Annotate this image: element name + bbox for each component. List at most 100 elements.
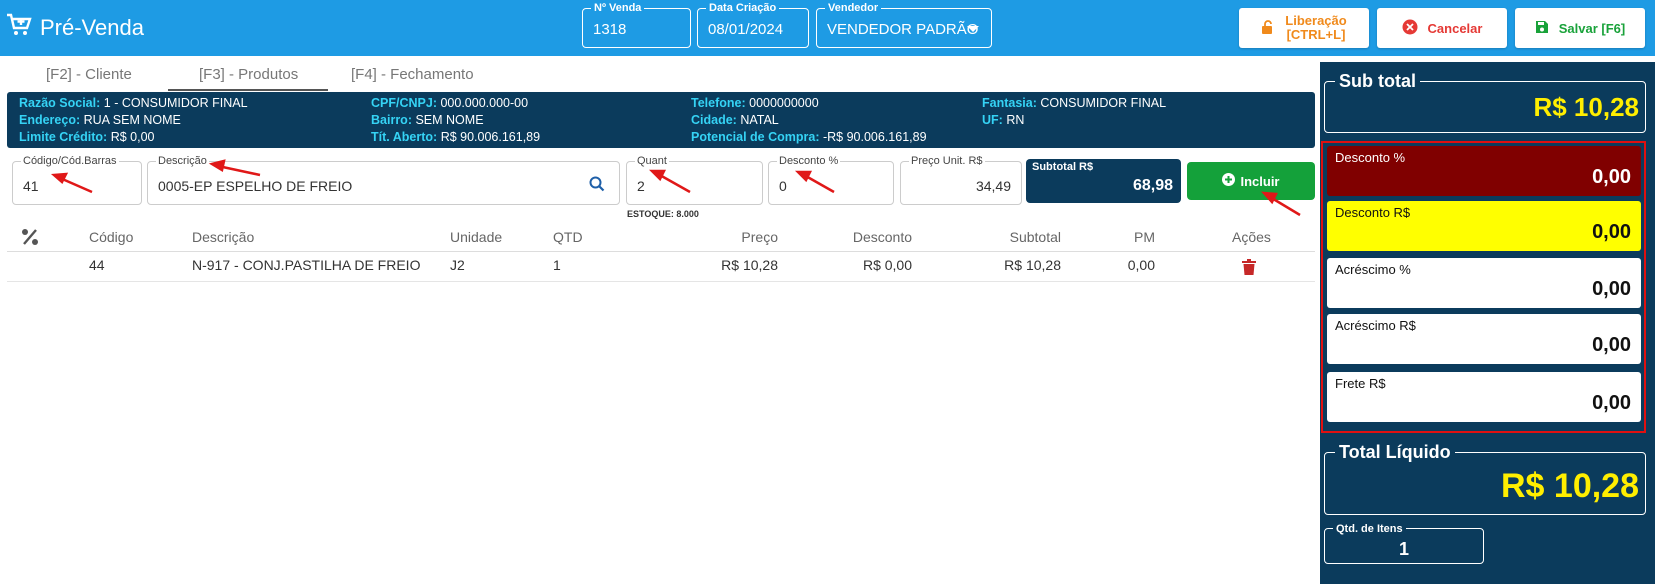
client-razao: Razão Social: 1 - CONSUMIDOR FINAL <box>19 96 248 110</box>
col-header-codigo: Código <box>89 229 134 245</box>
client-tit-aberto: Tít. Aberto: R$ 90.006.161,89 <box>371 130 541 144</box>
acrescimo-pct-label: Acréscimo % <box>1335 262 1411 277</box>
cell-pm: 0,00 <box>1127 257 1155 273</box>
cancel-label: Cancelar <box>1427 20 1483 36</box>
desconto-pct-label: Desconto % <box>1335 150 1406 165</box>
subtotal-value: 68,98 <box>1132 177 1173 194</box>
codigo-input[interactable]: Código/Cód.Barras 41 <box>12 154 142 205</box>
data-criacao-field[interactable]: Data Criação 08/01/2024 <box>697 1 809 48</box>
total-liquido-box: Total Líquido R$ 10,28 <box>1324 441 1646 515</box>
app-title-text: Pré-Venda <box>40 15 144 40</box>
acrescimo-rs-value: 0,00 <box>1592 334 1631 356</box>
client-endereco: Endereço: RUA SEM NOME <box>19 113 181 127</box>
cell-qtd: 1 <box>553 257 561 273</box>
plus-circle-icon <box>1222 173 1240 189</box>
frete-value: 0,00 <box>1592 392 1631 414</box>
desconto-label: Desconto % <box>777 154 841 168</box>
tab-active-indicator <box>168 89 328 91</box>
client-info-panel: Razão Social: 1 - CONSUMIDOR FINAL CPF/C… <box>7 92 1315 148</box>
client-cidade: Cidade: NATAL <box>691 113 779 127</box>
liberacao-button[interactable]: Liberação [CTRL+L] <box>1239 8 1369 48</box>
client-uf: UF: RN <box>982 113 1025 127</box>
desconto-pct-value: 0,00 <box>1592 166 1631 188</box>
client-cpf: CPF/CNPJ: 000.000.000-00 <box>371 96 529 110</box>
desconto-rs-label: Desconto R$ <box>1335 205 1411 220</box>
desconto-pct-field[interactable]: Desconto % 0,00 <box>1327 146 1641 196</box>
acrescimo-pct-value: 0,00 <box>1592 278 1631 300</box>
save-label: Salvar [F6] <box>1558 20 1626 36</box>
cell-descricao: N-917 - CONJ.PASTILHA DE FREIO <box>192 257 421 273</box>
liberacao-line1: Liberação <box>1285 13 1347 28</box>
acrescimo-rs-label: Acréscimo R$ <box>1335 318 1416 333</box>
venda-number-value: 1318 <box>593 21 627 38</box>
desconto-rs-field[interactable]: Desconto R$ 0,00 <box>1327 201 1641 251</box>
quant-label: Quant <box>635 154 669 168</box>
client-bairro: Bairro: SEM NOME <box>371 113 484 127</box>
frete-label: Frete R$ <box>1335 376 1386 391</box>
data-criacao-value: 08/01/2024 <box>708 21 784 38</box>
discounts-group: Desconto % 0,00 Desconto R$ 0,00 Acrésci… <box>1321 141 1646 433</box>
codigo-label: Código/Cód.Barras <box>21 154 119 168</box>
cell-preco: R$ 10,28 <box>721 257 778 273</box>
descricao-input[interactable]: Descrição 0005-EP ESPELHO DE FREIO <box>147 154 620 205</box>
qtd-itens-label: Qtd. de Itens <box>1333 523 1406 535</box>
percent-icon[interactable] <box>21 228 39 249</box>
descricao-value: 0005-EP ESPELHO DE FREIO <box>158 178 353 194</box>
col-header-descricao: Descrição <box>192 229 255 245</box>
acrescimo-rs-field[interactable]: Acréscimo R$ 0,00 <box>1327 314 1641 364</box>
cell-codigo: 44 <box>89 257 105 273</box>
table-row[interactable]: 44 N-917 - CONJ.PASTILHA DE FREIO J2 1 R… <box>7 252 1315 282</box>
descricao-label: Descrição <box>156 154 209 168</box>
incluir-button[interactable]: Incluir <box>1187 162 1315 200</box>
search-icon[interactable] <box>589 176 605 197</box>
top-bar: Pré-Venda Nº Venda 1318 Data Criação 08/… <box>0 0 1655 56</box>
preco-value: 34,49 <box>975 178 1011 194</box>
tab-produtos[interactable]: [F3] - Produtos <box>199 66 298 83</box>
liberacao-line2: [CTRL+L] <box>1286 27 1346 42</box>
vendedor-value: VENDEDOR PADRÃO <box>827 21 979 38</box>
col-header-unidade: Unidade <box>450 229 503 245</box>
estoque-text: ESTOQUE: 8.000 <box>627 209 699 219</box>
save-button[interactable]: Salvar [F6] <box>1515 8 1645 48</box>
col-header-pm: PM <box>1134 229 1155 245</box>
vendedor-label: Vendedor <box>825 1 882 15</box>
cell-unidade: J2 <box>450 257 465 273</box>
cell-desconto: R$ 0,00 <box>862 257 912 273</box>
acrescimo-pct-field[interactable]: Acréscimo % 0,00 <box>1327 258 1641 308</box>
subtotal-label: Subtotal R$ <box>1032 161 1094 173</box>
qtd-itens-value: 1 <box>1398 539 1409 559</box>
subtotal-box-value: R$ 10,28 <box>1533 92 1639 122</box>
unlock-icon <box>1261 19 1285 37</box>
desconto-rs-value: 0,00 <box>1592 221 1631 243</box>
client-telefone: Telefone: 0000000000 <box>691 96 819 110</box>
close-circle-icon <box>1402 19 1428 38</box>
tab-fechamento[interactable]: [F4] - Fechamento <box>351 66 474 83</box>
liberacao-label: Liberação [CTRL+L] <box>1285 14 1346 42</box>
client-potencial: Potencial de Compra: -R$ 90.006.161,89 <box>691 130 927 144</box>
app-title: Pré-Venda <box>6 10 144 46</box>
trash-icon[interactable] <box>1242 259 1256 278</box>
col-header-qtd: QTD <box>553 229 583 245</box>
desconto-value: 0 <box>779 178 787 194</box>
subtotal-display: Subtotal R$ 68,98 <box>1026 159 1181 203</box>
subtotal-box-label: Sub total <box>1335 70 1420 92</box>
cart-plus-icon <box>6 13 40 43</box>
col-header-desconto: Desconto <box>852 229 912 245</box>
client-fantasia: Fantasia: CONSUMIDOR FINAL <box>982 96 1167 110</box>
venda-number-label: Nº Venda <box>591 1 645 15</box>
venda-number-field[interactable]: Nº Venda 1318 <box>582 1 691 48</box>
quant-input[interactable]: Quant 2 <box>626 154 763 205</box>
desconto-input[interactable]: Desconto % 0 <box>768 154 894 205</box>
frete-field[interactable]: Frete R$ 0,00 <box>1327 372 1641 422</box>
subtotal-box: Sub total R$ 10,28 <box>1324 70 1646 133</box>
qtd-itens-field: Qtd. de Itens 1 <box>1324 523 1484 564</box>
cell-subtotal: R$ 10,28 <box>1004 257 1061 273</box>
col-header-preco: Preço <box>741 229 778 245</box>
save-icon <box>1535 20 1559 37</box>
vendedor-select[interactable]: Vendedor VENDEDOR PADRÃO <box>816 1 992 48</box>
cancel-button[interactable]: Cancelar <box>1377 8 1507 48</box>
tab-cliente[interactable]: [F2] - Cliente <box>46 66 132 83</box>
col-header-subtotal: Subtotal <box>1009 229 1061 245</box>
preco-unit-input[interactable]: Preço Unit. R$ 34,49 <box>900 154 1022 205</box>
total-liquido-label: Total Líquido <box>1335 441 1455 463</box>
